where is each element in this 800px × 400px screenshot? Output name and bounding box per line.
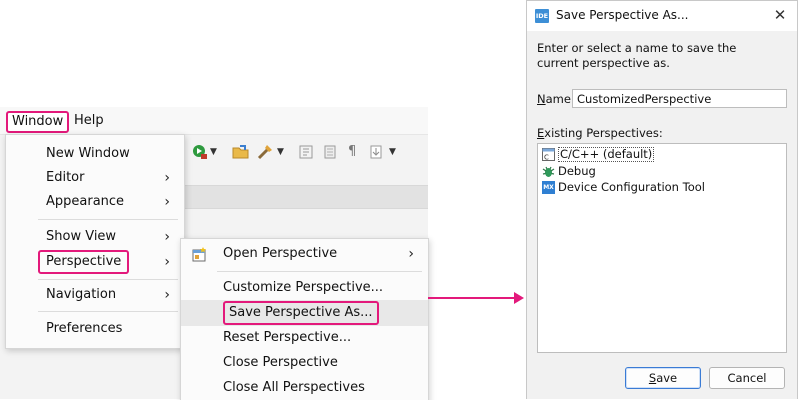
dialog-message: Enter or select a name to save the curre… <box>537 41 737 70</box>
save-button[interactable]: Save <box>625 367 701 389</box>
editor-tab-strip <box>180 185 428 209</box>
list-item-label: C/C++ (default) <box>558 147 655 162</box>
menu-item-save-perspective-as[interactable]: Save Perspective As... <box>181 300 428 326</box>
window-menu: New Window Editor › Appearance › Show Vi… <box>5 134 185 349</box>
chevron-right-icon: › <box>164 229 170 245</box>
menu-item-label: Customize Perspective... <box>223 280 384 295</box>
chevron-right-icon: › <box>164 254 170 270</box>
menu-item-preferences[interactable]: Preferences <box>6 316 184 342</box>
svg-text:C: C <box>544 154 549 162</box>
connector-arrow <box>428 292 524 304</box>
dialog-body: Enter or select a name to save the curre… <box>527 31 797 399</box>
menu-item-label: Reset Perspective... <box>223 330 352 345</box>
menu-item-label: Editor <box>46 170 85 185</box>
cc-perspective-icon: C <box>542 148 555 161</box>
dropdown-arrow-icon[interactable]: ▼ <box>277 147 284 157</box>
menu-item-label: New Window <box>46 146 130 161</box>
chevron-right-icon: › <box>164 194 170 210</box>
menu-item-reset-perspective[interactable]: Reset Perspective... <box>181 325 428 351</box>
menu-item-appearance[interactable]: Appearance › <box>6 189 184 215</box>
existing-perspectives-label: Existing Perspectives: <box>537 126 663 140</box>
menu-item-navigation[interactable]: Navigation › <box>6 282 184 308</box>
dropdown-arrow-icon[interactable]: ▼ <box>210 147 217 157</box>
close-icon[interactable]: ✕ <box>769 4 791 26</box>
debug-bug-icon <box>542 166 555 177</box>
menu-item-editor[interactable]: Editor › <box>6 165 184 191</box>
open-folder-icon[interactable] <box>232 144 250 160</box>
cancel-button[interactable]: Cancel <box>709 367 785 389</box>
menu-item-label: Navigation <box>46 287 117 302</box>
open-perspective-icon <box>192 247 206 262</box>
wand-icon[interactable] <box>256 144 274 160</box>
dialog-title-bar: IDE Save Perspective As... ✕ <box>527 1 797 31</box>
menu-item-close-all-perspectives[interactable]: Close All Perspectives <box>181 375 428 400</box>
pilcrow-icon[interactable]: ¶ <box>348 144 356 159</box>
perspective-name-input[interactable] <box>572 89 787 108</box>
menu-item-label: Appearance <box>46 194 125 209</box>
ide-window: Window Help ▼ ▼ ¶ ▼ New Window Editor › … <box>0 107 429 400</box>
menu-item-new-window[interactable]: New Window <box>6 141 184 167</box>
menu-separator <box>38 219 178 220</box>
menu-bar: Window Help <box>0 107 428 135</box>
menu-item-show-view[interactable]: Show View › <box>6 224 184 250</box>
list-item-label: Debug <box>558 164 596 178</box>
menu-item-label: Open Perspective <box>223 246 338 261</box>
menu-item-open-perspective[interactable]: Open Perspective › <box>181 241 428 267</box>
name-label: Name: <box>537 92 575 106</box>
format-icon[interactable] <box>298 144 314 160</box>
device-config-icon: MX <box>542 181 555 194</box>
menu-item-label: Close Perspective <box>223 355 338 370</box>
run-icon[interactable] <box>192 144 208 160</box>
menu-item-perspective[interactable]: Perspective › <box>6 249 184 275</box>
toggle-icon[interactable] <box>322 144 338 160</box>
ide-app-icon: IDE <box>535 9 549 23</box>
menu-item-label: Save Perspective As... <box>223 301 379 325</box>
toolbar: ▼ ▼ ¶ ▼ <box>180 135 428 173</box>
chevron-right-icon: › <box>164 287 170 303</box>
menu-item-label: Close All Perspectives <box>223 380 365 395</box>
menu-item-customize-perspective[interactable]: Customize Perspective... <box>181 275 428 301</box>
menu-separator <box>217 271 422 272</box>
menu-item-label: Perspective <box>38 250 130 274</box>
menu-help[interactable]: Help <box>69 111 109 133</box>
menu-item-label: Preferences <box>46 321 123 336</box>
chevron-right-icon: › <box>408 246 414 262</box>
dialog-title: Save Perspective As... <box>556 8 689 22</box>
menu-separator <box>38 311 178 312</box>
list-item-label: Device Configuration Tool <box>558 180 705 194</box>
perspective-submenu: Open Perspective › Customize Perspective… <box>180 238 429 400</box>
menu-window[interactable]: Window <box>6 111 70 133</box>
annotation-icon[interactable] <box>368 144 384 160</box>
existing-perspectives-list[interactable]: C C/C++ (default) Debug MX Device Config… <box>537 143 787 353</box>
dropdown-arrow-icon[interactable]: ▼ <box>389 147 396 157</box>
menu-item-label: Show View <box>46 229 117 244</box>
menu-item-close-perspective[interactable]: Close Perspective <box>181 350 428 376</box>
menu-separator <box>38 279 178 280</box>
save-perspective-dialog: IDE Save Perspective As... ✕ Enter or se… <box>526 0 798 399</box>
chevron-right-icon: › <box>164 170 170 186</box>
